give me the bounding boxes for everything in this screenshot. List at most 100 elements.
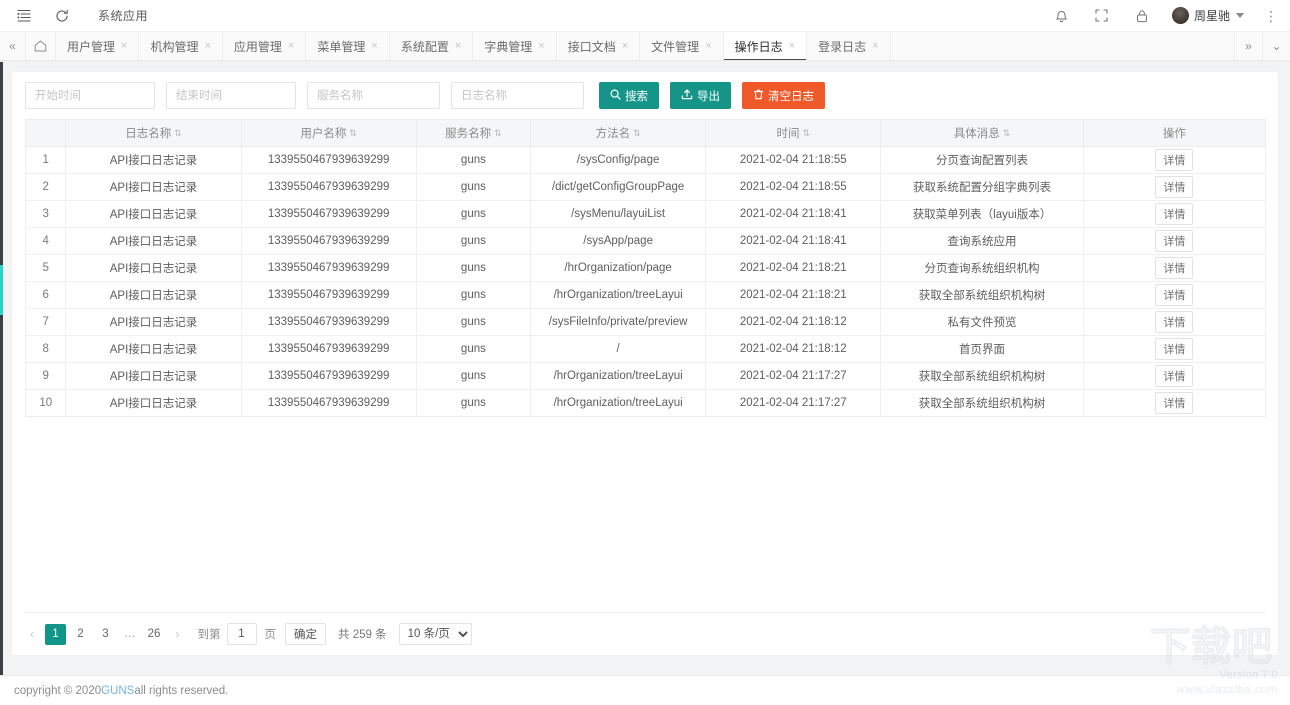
cell-message: 获取全部系统组织机构树 — [880, 389, 1084, 417]
column-header-4[interactable]: 方法名 ⇅ — [530, 119, 707, 147]
cell-user-name: 1339550467939639299 — [241, 227, 417, 255]
tab-label: 操作日志 — [734, 39, 783, 54]
fullscreen-icon[interactable] — [1092, 6, 1112, 26]
table-row[interactable]: 6 API接口日志记录 1339550467939639299 guns/hrOrga… — [24, 281, 1267, 309]
table-row[interactable]: 3 API接口日志记录 1339550467939639299 guns/sysMen… — [24, 200, 1267, 228]
tab-9[interactable]: 操作日志 × — [723, 32, 808, 60]
bell-icon[interactable] — [1052, 6, 1072, 26]
detail-button[interactable]: 详情 — [1155, 230, 1194, 252]
column-header-label: 具体消息 — [953, 128, 1000, 140]
sort-icon[interactable]: ⇅ — [802, 129, 810, 138]
tab-1[interactable]: 用户管理 × — [56, 32, 140, 60]
left-scrollbar-track[interactable] — [0, 62, 3, 675]
goto-page-input[interactable] — [226, 623, 257, 645]
tab-2[interactable]: 机构管理 × — [139, 32, 223, 60]
close-icon[interactable]: × — [371, 40, 377, 52]
pagination-next-button[interactable]: › — [171, 627, 185, 641]
column-header-label: 用户名称 — [300, 128, 347, 140]
detail-button[interactable]: 详情 — [1155, 338, 1194, 360]
column-header-6[interactable]: 具体消息 ⇅ — [880, 119, 1084, 147]
column-header-3[interactable]: 服务名称 ⇅ — [416, 119, 532, 147]
pagination-page-2[interactable]: 2 — [70, 624, 91, 645]
tabs-dropdown-button[interactable]: ⌄ — [1262, 32, 1290, 60]
close-icon[interactable]: × — [121, 40, 127, 52]
cell-actions: 详情 — [1083, 254, 1267, 282]
tab-label: 接口文档 — [567, 39, 616, 54]
table-row[interactable]: 2 API接口日志记录 1339550467939639299 guns/dict/g… — [24, 173, 1267, 201]
trash-icon — [753, 89, 764, 103]
pagination-prev-button[interactable]: ‹ — [25, 627, 39, 641]
tab-7[interactable]: 接口文档 × — [557, 32, 641, 60]
refresh-icon[interactable] — [52, 6, 72, 26]
column-header-2[interactable]: 用户名称 ⇅ — [241, 119, 417, 147]
table-row[interactable]: 10 API接口日志记录 1339550467939639299 guns/hrOrg… — [24, 389, 1267, 417]
cell-time: 2021-02-04 21:17:27 — [705, 389, 882, 417]
cell-time: 2021-02-04 21:18:21 — [705, 254, 882, 282]
table-row[interactable]: 5 API接口日志记录 1339550467939639299 guns/hrOrga… — [24, 254, 1267, 282]
search-button[interactable]: 搜索 — [599, 82, 659, 109]
menu-collapse-icon[interactable] — [14, 6, 34, 26]
column-header-1[interactable]: 日志名称 ⇅ — [65, 119, 242, 147]
goto-confirm-button[interactable]: 确定 — [285, 623, 326, 645]
more-vertical-icon[interactable]: ⋮ — [1264, 9, 1278, 23]
detail-button[interactable]: 详情 — [1155, 365, 1194, 387]
sort-icon[interactable]: ⇅ — [494, 129, 502, 138]
detail-button[interactable]: 详情 — [1155, 203, 1194, 225]
column-header-5[interactable]: 时间 ⇅ — [705, 119, 882, 147]
close-icon[interactable]: × — [705, 40, 711, 52]
detail-button[interactable]: 详情 — [1155, 311, 1194, 333]
sort-icon[interactable]: ⇅ — [1003, 129, 1011, 138]
log-name-input[interactable] — [451, 82, 584, 109]
copyright-prefix: copyright © 2020 — [14, 684, 102, 697]
lock-icon[interactable] — [1132, 6, 1152, 26]
cell-log-name: API接口日志记录 — [65, 146, 242, 174]
clear-log-button[interactable]: 清空日志 — [742, 82, 825, 109]
table-row[interactable]: 7 API接口日志记录 1339550467939639299 guns/sysFil… — [24, 308, 1267, 336]
tab-8[interactable]: 文件管理 × — [640, 32, 724, 60]
tabs-scroll-right-button[interactable]: » — [1234, 32, 1262, 60]
detail-button[interactable]: 详情 — [1155, 284, 1194, 306]
table-row[interactable]: 9 API接口日志记录 1339550467939639299 guns/hrOrga… — [24, 362, 1267, 390]
close-icon[interactable]: × — [204, 40, 210, 52]
detail-button[interactable]: 详情 — [1155, 149, 1194, 171]
user-menu[interactable]: 周星驰 — [1171, 7, 1244, 24]
tab-10[interactable]: 登录日志 × — [807, 32, 891, 60]
header-right-group: 周星驰 ⋮ — [1052, 6, 1278, 26]
close-icon[interactable]: × — [789, 40, 795, 52]
tab-5[interactable]: 系统配置 × — [390, 32, 474, 60]
tab-3[interactable]: 应用管理 × — [223, 32, 307, 60]
pagination-page-3[interactable]: 3 — [95, 624, 116, 645]
tabs-scroll-left-button[interactable]: « — [0, 32, 26, 60]
start-time-input[interactable] — [25, 82, 155, 109]
tab-4[interactable]: 菜单管理 × — [306, 32, 390, 60]
close-icon[interactable]: × — [872, 40, 878, 52]
cell-actions: 详情 — [1083, 308, 1267, 336]
detail-button[interactable]: 详情 — [1155, 257, 1194, 279]
cell-time: 2021-02-04 21:18:55 — [705, 173, 882, 201]
tab-home-button[interactable] — [26, 32, 56, 60]
close-icon[interactable]: × — [455, 40, 461, 52]
page-size-select[interactable]: 10 条/页20 条/页30 条/页50 条/页 — [398, 623, 472, 645]
sort-icon[interactable]: ⇅ — [633, 129, 641, 138]
tab-6[interactable]: 字典管理 × — [473, 32, 557, 60]
left-scrollbar-thumb[interactable] — [0, 265, 3, 315]
detail-button[interactable]: 详情 — [1155, 176, 1194, 198]
pagination-last-page[interactable]: 26 — [144, 624, 165, 645]
table-row[interactable]: 1 API接口日志记录 1339550467939639299 guns/sysCon… — [24, 146, 1267, 174]
sort-icon[interactable]: ⇅ — [174, 129, 182, 138]
cell-method: /hrOrganization/treeLayui — [530, 362, 707, 390]
sort-icon[interactable]: ⇅ — [349, 129, 357, 138]
close-icon[interactable]: × — [288, 40, 294, 52]
export-button[interactable]: 导出 — [670, 82, 731, 109]
table-row[interactable]: 4 API接口日志记录 1339550467939639299 guns/sysApp… — [24, 227, 1267, 255]
close-icon[interactable]: × — [622, 40, 628, 52]
cell-index: 6 — [24, 281, 67, 309]
pagination-page-1[interactable]: 1 — [45, 623, 66, 645]
brand-link[interactable]: GUNS — [101, 685, 134, 697]
search-button-label: 搜索 — [625, 90, 648, 103]
end-time-input[interactable] — [166, 82, 296, 109]
detail-button[interactable]: 详情 — [1155, 392, 1194, 414]
close-icon[interactable]: × — [538, 40, 544, 52]
service-name-input[interactable] — [307, 82, 440, 109]
table-row[interactable]: 8 API接口日志记录 1339550467939639299 guns/2021-0… — [24, 335, 1267, 363]
